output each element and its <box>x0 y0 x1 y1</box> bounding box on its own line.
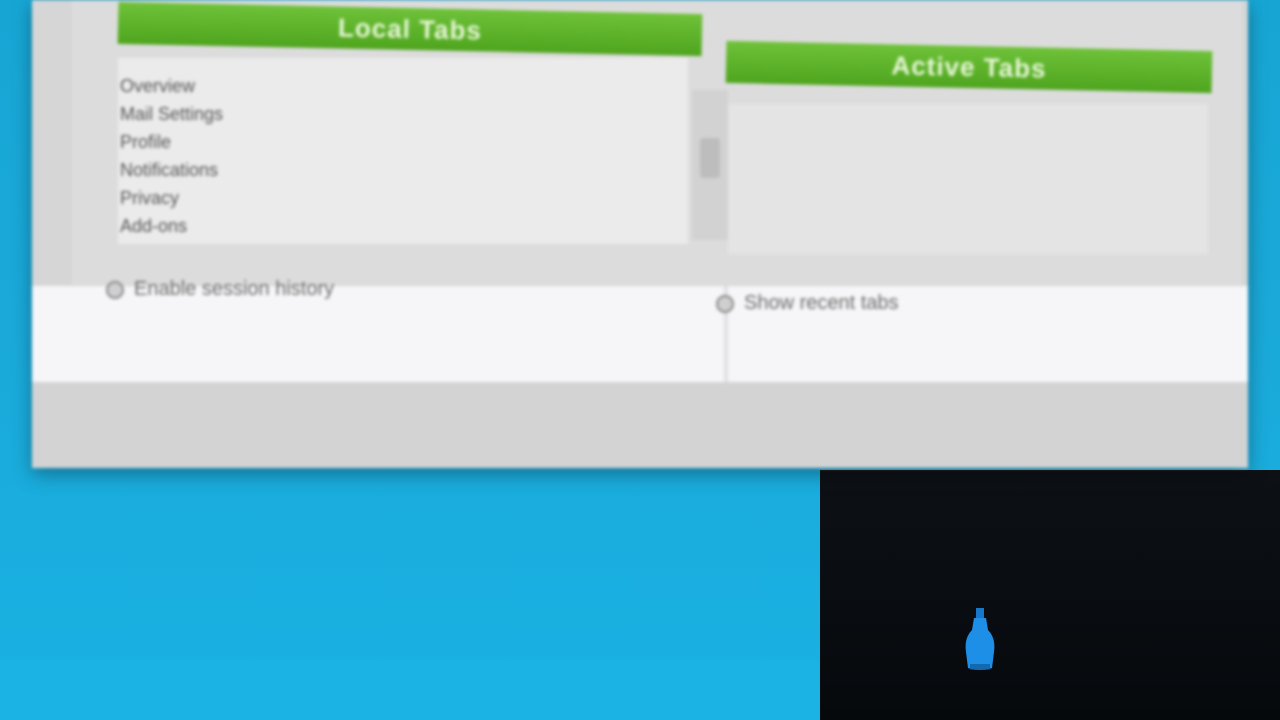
list-item[interactable]: Overview <box>120 72 223 100</box>
settings-dialog: Local Tabs Active Tabs Overview Mail Set… <box>32 0 1248 468</box>
list-item[interactable]: Privacy <box>120 184 223 212</box>
left-list: Overview Mail Settings Profile Notificat… <box>120 72 223 240</box>
list-item[interactable]: Add-ons <box>120 212 223 240</box>
left-option-label: Enable session history <box>134 278 335 300</box>
left-option[interactable]: Enable session history <box>106 278 334 301</box>
right-panel-title: Active Tabs <box>891 49 1047 84</box>
right-option[interactable]: Show recent tabs <box>716 292 899 315</box>
left-list-scrollbar[interactable] <box>692 90 728 240</box>
dialog-footer <box>32 382 1248 468</box>
scrollbar-thumb[interactable] <box>700 138 720 178</box>
list-item[interactable]: Notifications <box>120 156 223 184</box>
list-item[interactable]: Profile <box>120 128 223 156</box>
desktop-dark-region <box>820 470 1280 720</box>
right-option-radio[interactable] <box>716 294 734 313</box>
right-option-label: Show recent tabs <box>744 292 899 314</box>
desktop-wallpaper-band <box>0 660 820 720</box>
left-option-radio[interactable] <box>106 280 124 299</box>
bottle-icon <box>965 608 995 670</box>
right-list-box[interactable] <box>728 104 1208 254</box>
list-item[interactable]: Mail Settings <box>120 100 223 128</box>
left-panel-title: Local Tabs <box>337 11 483 46</box>
